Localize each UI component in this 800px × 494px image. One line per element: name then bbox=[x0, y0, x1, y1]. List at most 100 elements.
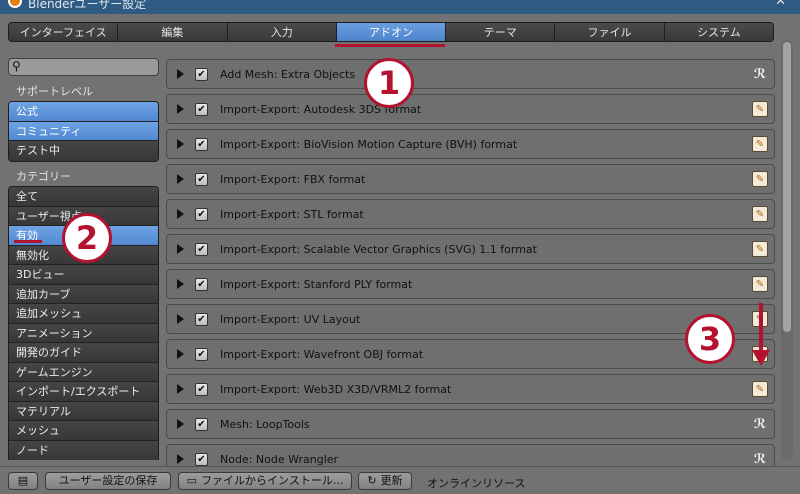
addon-enable-checkbox[interactable]: ✔ bbox=[195, 68, 208, 81]
scrollbar-thumb[interactable] bbox=[783, 42, 791, 332]
expand-triangle-icon[interactable] bbox=[177, 314, 184, 324]
tab-0[interactable]: インターフェイス bbox=[9, 23, 119, 41]
blender-logo-icon bbox=[8, 0, 22, 8]
addon-enable-checkbox[interactable]: ✔ bbox=[195, 313, 208, 326]
tab-3[interactable]: アドオン bbox=[336, 23, 447, 41]
tab-6[interactable]: システム bbox=[664, 23, 773, 41]
expand-triangle-icon[interactable] bbox=[177, 244, 184, 254]
addon-row: ✔ Add Mesh: Extra Objects ℛ bbox=[166, 59, 775, 89]
addon-name: Import-Export: FBX format bbox=[220, 173, 366, 186]
user-icon: ℛ bbox=[753, 66, 767, 82]
addon-row: ✔ Import-Export: FBX format ✎ bbox=[166, 164, 775, 194]
addon-row: ✔ Import-Export: Wavefront OBJ format ✎ bbox=[166, 339, 775, 369]
close-icon[interactable]: ✕ bbox=[775, 0, 786, 9]
addon-name: Mesh: LoopTools bbox=[220, 418, 310, 431]
user-icon: ℛ bbox=[753, 416, 767, 432]
addon-row: ✔ Import-Export: BioVision Motion Capture… bbox=[166, 129, 775, 159]
addon-enable-checkbox[interactable]: ✔ bbox=[195, 278, 208, 291]
support-level-item-0[interactable]: 公式 bbox=[9, 102, 158, 122]
expand-triangle-icon[interactable] bbox=[177, 419, 184, 429]
addon-enable-checkbox[interactable]: ✔ bbox=[195, 208, 208, 221]
tab-4[interactable]: テーマ bbox=[446, 23, 556, 41]
tab-5[interactable]: ファイル bbox=[555, 23, 665, 41]
expand-triangle-icon[interactable] bbox=[177, 209, 184, 219]
addon-name: Import-Export: Wavefront OBJ format bbox=[220, 348, 424, 361]
expand-triangle-icon[interactable] bbox=[177, 384, 184, 394]
preferences-menu-button[interactable]: ▤ bbox=[8, 472, 38, 490]
category-item-10[interactable]: インポート/エクスポート bbox=[9, 382, 158, 402]
addon-row: ✔ Import-Export: Stanford PLY format ✎ bbox=[166, 269, 775, 299]
category-item-6[interactable]: 追加メッシュ bbox=[9, 304, 158, 324]
addon-enable-checkbox[interactable]: ✔ bbox=[195, 348, 208, 361]
addon-name: Import-Export: Scalable Vector Graphics … bbox=[220, 243, 537, 256]
addon-name: Import-Export: STL format bbox=[220, 208, 364, 221]
save-user-settings-button[interactable]: ユーザー設定の保存 bbox=[45, 472, 171, 490]
category-item-4[interactable]: 3Dビュー bbox=[9, 265, 158, 285]
addon-enable-checkbox[interactable]: ✔ bbox=[195, 103, 208, 116]
category-label: カテゴリー bbox=[16, 170, 71, 183]
addon-name: Node: Node Wrangler bbox=[220, 453, 339, 466]
annotation-step-2: 2 bbox=[62, 213, 112, 263]
expand-triangle-icon[interactable] bbox=[177, 69, 184, 79]
category-item-8[interactable]: 開発のガイド bbox=[9, 343, 158, 363]
file-icon: ✎ bbox=[752, 241, 768, 257]
install-from-file-label: ファイルからインストール... bbox=[201, 474, 344, 487]
annotation-step-1: 1 bbox=[364, 58, 414, 108]
expand-triangle-icon[interactable] bbox=[177, 454, 184, 464]
preferences-tabs: インターフェイス 編集 入力 アドオン テーマ ファイル システム bbox=[8, 22, 774, 42]
addon-row: ✔ Import-Export: STL format ✎ bbox=[166, 199, 775, 229]
addon-row: ✔ Import-Export: Scalable Vector Graphics… bbox=[166, 234, 775, 264]
expand-triangle-icon[interactable] bbox=[177, 104, 184, 114]
annotation-scroll-arrow-head bbox=[752, 350, 770, 366]
category-item-11[interactable]: マテリアル bbox=[9, 401, 158, 421]
support-level-item-1[interactable]: コミュニティ bbox=[9, 121, 158, 141]
preferences-icon: ▤ bbox=[17, 474, 29, 487]
window-titlebar: Blenderユーザー設定 ✕ bbox=[0, 0, 800, 14]
annotation-scroll-arrow-shaft bbox=[759, 303, 763, 353]
save-user-settings-label: ユーザー設定の保存 bbox=[58, 474, 158, 487]
addon-enable-checkbox[interactable]: ✔ bbox=[195, 418, 208, 431]
user-icon: ℛ bbox=[753, 451, 767, 467]
online-resources-link[interactable]: オンラインリソース bbox=[427, 475, 525, 491]
file-icon: ✎ bbox=[752, 101, 768, 117]
install-from-file-button[interactable]: ▭ ファイルからインストール... bbox=[178, 472, 352, 490]
annotation-step-3: 3 bbox=[685, 314, 735, 364]
support-level-label: サポートレベル bbox=[16, 85, 93, 98]
support-level-group: 公式 コミュニティ テスト中 bbox=[8, 101, 159, 162]
addon-search-input[interactable]: ⚲ bbox=[8, 58, 159, 76]
addon-row: ✔Import-Export: UV Layout✎ bbox=[166, 304, 775, 334]
file-icon: ✎ bbox=[752, 276, 768, 292]
expand-triangle-icon[interactable] bbox=[177, 174, 184, 184]
category-item-0[interactable]: 全て bbox=[9, 187, 158, 207]
category-item-13[interactable]: ノード bbox=[9, 440, 158, 460]
addon-list: ✔ Add Mesh: Extra Objects ℛ ✔ Import-Export:… bbox=[166, 59, 775, 479]
support-level-item-2[interactable]: テスト中 bbox=[9, 141, 158, 161]
category-item-5[interactable]: 追加カーブ bbox=[9, 284, 158, 304]
addon-name: Import-Export: UV Layout bbox=[220, 313, 361, 326]
file-icon: ✎ bbox=[752, 206, 768, 222]
addon-enable-checkbox[interactable]: ✔ bbox=[195, 138, 208, 151]
addon-name: Import-Export: BioVision Motion Capture … bbox=[220, 138, 518, 151]
addon-enable-checkbox[interactable]: ✔ bbox=[195, 173, 208, 186]
addon-row: ✔ Import-Export: Web3D X3D/VRML2 format ✎ bbox=[166, 374, 775, 404]
category-item-7[interactable]: アニメーション bbox=[9, 323, 158, 343]
addon-row: ✔ Mesh: LoopTools ℛ bbox=[166, 409, 775, 439]
tab-2[interactable]: 入力 bbox=[227, 23, 337, 41]
addon-name: Import-Export: Web3D X3D/VRML2 format bbox=[220, 383, 452, 396]
addon-enable-checkbox[interactable]: ✔ bbox=[195, 243, 208, 256]
addon-enable-checkbox[interactable]: ✔ bbox=[195, 453, 208, 466]
addon-name: Import-Export: Stanford PLY format bbox=[220, 278, 413, 291]
category-item-12[interactable]: メッシュ bbox=[9, 421, 158, 441]
magnifier-icon: ⚲ bbox=[12, 59, 21, 73]
window-title: Blenderユーザー設定 bbox=[28, 0, 147, 11]
refresh-button[interactable]: ↻ 更新 bbox=[358, 472, 412, 490]
expand-triangle-icon[interactable] bbox=[177, 139, 184, 149]
file-icon: ✎ bbox=[752, 171, 768, 187]
expand-triangle-icon[interactable] bbox=[177, 279, 184, 289]
category-item-9[interactable]: ゲームエンジン bbox=[9, 362, 158, 382]
addon-row: ✔ Import-Export: Autodesk 3DS format ✎ bbox=[166, 94, 775, 124]
refresh-label: 更新 bbox=[380, 474, 403, 487]
expand-triangle-icon[interactable] bbox=[177, 349, 184, 359]
tab-1[interactable]: 編集 bbox=[118, 23, 228, 41]
addon-enable-checkbox[interactable]: ✔ bbox=[195, 383, 208, 396]
